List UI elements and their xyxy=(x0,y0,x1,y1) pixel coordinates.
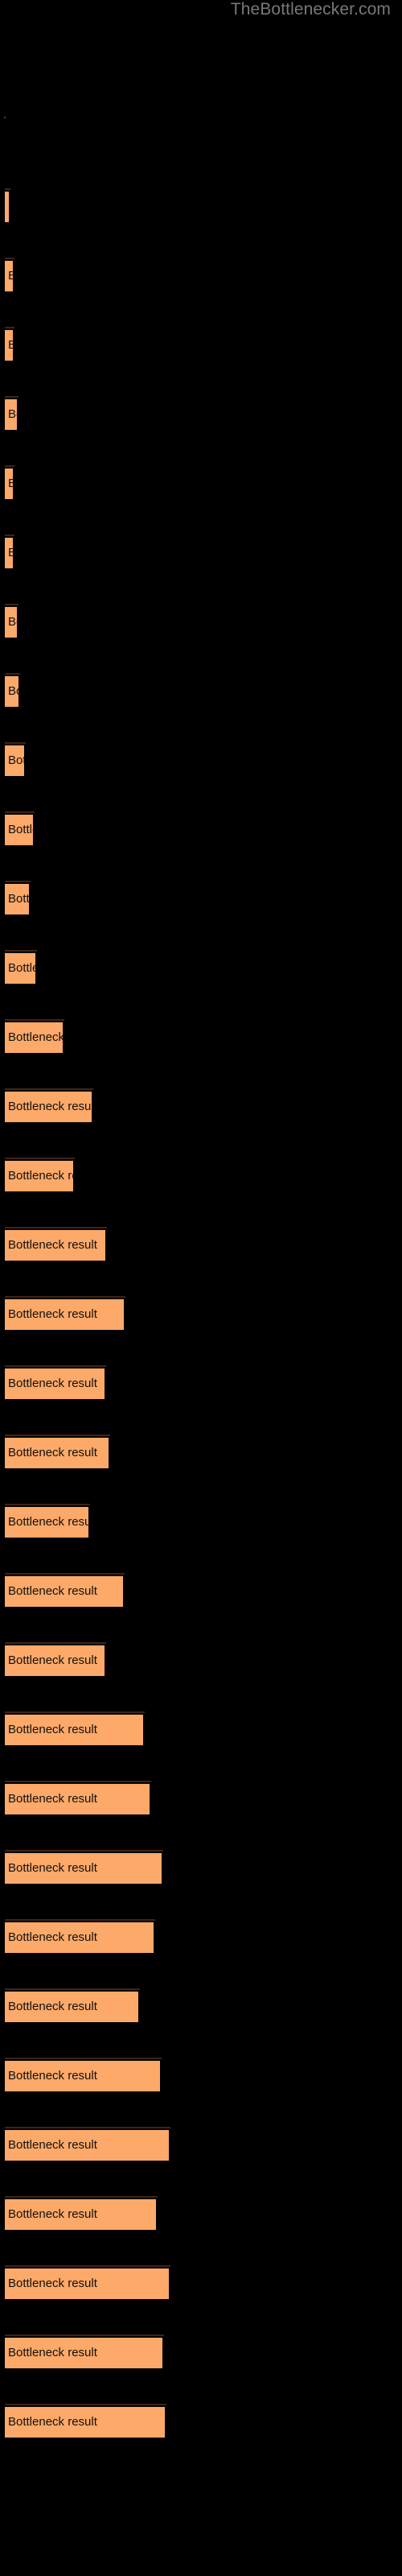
bar-rect[interactable] xyxy=(5,2060,160,2091)
bar-rect[interactable] xyxy=(5,1922,154,1953)
bar-top-edge xyxy=(5,1227,107,1228)
bar-rect[interactable] xyxy=(5,537,13,568)
bar-rect[interactable] xyxy=(5,1160,73,1191)
bar-rect[interactable] xyxy=(5,2198,156,2230)
bar-top-edge xyxy=(5,465,14,467)
bar-top-edge xyxy=(5,811,35,813)
bar-rect[interactable] xyxy=(5,2337,162,2368)
bar-top-edge xyxy=(5,1781,151,1782)
bar-top-edge xyxy=(5,2265,170,2267)
bar-rect[interactable] xyxy=(5,1852,162,1884)
bar-rect[interactable] xyxy=(5,191,9,222)
bar-top-edge xyxy=(5,2404,166,2405)
bar-top-edge xyxy=(5,604,18,605)
bar-top-edge xyxy=(5,950,37,952)
bar-rect[interactable] xyxy=(5,1091,92,1122)
bar-rect[interactable] xyxy=(5,883,29,914)
bar-rect[interactable] xyxy=(5,2406,165,2438)
bar-top-edge xyxy=(5,1019,64,1021)
bar-rect[interactable] xyxy=(5,1991,138,2022)
bar-chart: TheBottlenecker.com Bottleneck resultBot… xyxy=(0,0,402,2576)
bar-top-edge xyxy=(5,2058,162,2059)
bar-top-edge xyxy=(5,2127,170,2128)
bar-rect[interactable] xyxy=(5,1645,105,1676)
bar-rect[interactable] xyxy=(5,260,13,291)
bar-rect[interactable] xyxy=(5,1368,105,1399)
bar-top-edge xyxy=(5,1850,163,1852)
bar-top-edge xyxy=(5,2196,158,2198)
bar-top-edge xyxy=(5,535,14,536)
bar-rect[interactable] xyxy=(5,675,18,707)
site-title: TheBottlenecker.com xyxy=(230,0,391,19)
bar-rect[interactable] xyxy=(5,1298,124,1330)
bar-top-edge xyxy=(5,188,10,190)
bar-top-edge xyxy=(5,327,14,328)
bar-top-edge xyxy=(5,2334,164,2336)
bar-top-edge xyxy=(5,1365,106,1367)
bar-rect[interactable] xyxy=(5,398,17,430)
bar-top-edge xyxy=(5,1711,145,1713)
bar-rect[interactable] xyxy=(5,952,35,984)
bar-top-edge xyxy=(5,1158,75,1159)
bar-rect[interactable] xyxy=(5,1022,63,1053)
bar-rect[interactable] xyxy=(5,606,17,638)
bar-top-edge xyxy=(5,673,20,675)
bar-top-edge xyxy=(5,258,14,259)
bar-top-edge xyxy=(5,1919,155,1921)
bar-rect[interactable] xyxy=(5,1229,105,1261)
bar-rect[interactable] xyxy=(5,1783,150,1814)
axis-tick-dot xyxy=(4,117,6,118)
bar-rect[interactable] xyxy=(5,814,33,845)
bar-rect[interactable] xyxy=(5,1714,143,1745)
bar-rect[interactable] xyxy=(5,745,24,776)
bar-rect[interactable] xyxy=(5,1437,109,1468)
bar-rect[interactable] xyxy=(5,468,13,499)
bar-rect[interactable] xyxy=(5,1575,123,1607)
bar-top-edge xyxy=(5,1642,106,1644)
bar-rect[interactable] xyxy=(5,329,13,361)
bar-rect[interactable] xyxy=(5,2129,169,2161)
bar-top-edge xyxy=(5,1088,93,1090)
bar-top-edge xyxy=(5,1435,110,1436)
bar-top-edge xyxy=(5,881,31,882)
bar-top-edge xyxy=(5,742,26,744)
bar-rect[interactable] xyxy=(5,1506,88,1538)
bar-rect[interactable] xyxy=(5,2268,169,2299)
bar-top-edge xyxy=(5,1296,125,1298)
bar-top-edge xyxy=(5,396,18,398)
bar-top-edge xyxy=(5,1988,140,1990)
bar-top-edge xyxy=(5,1504,90,1505)
bar-top-edge xyxy=(5,1573,125,1575)
